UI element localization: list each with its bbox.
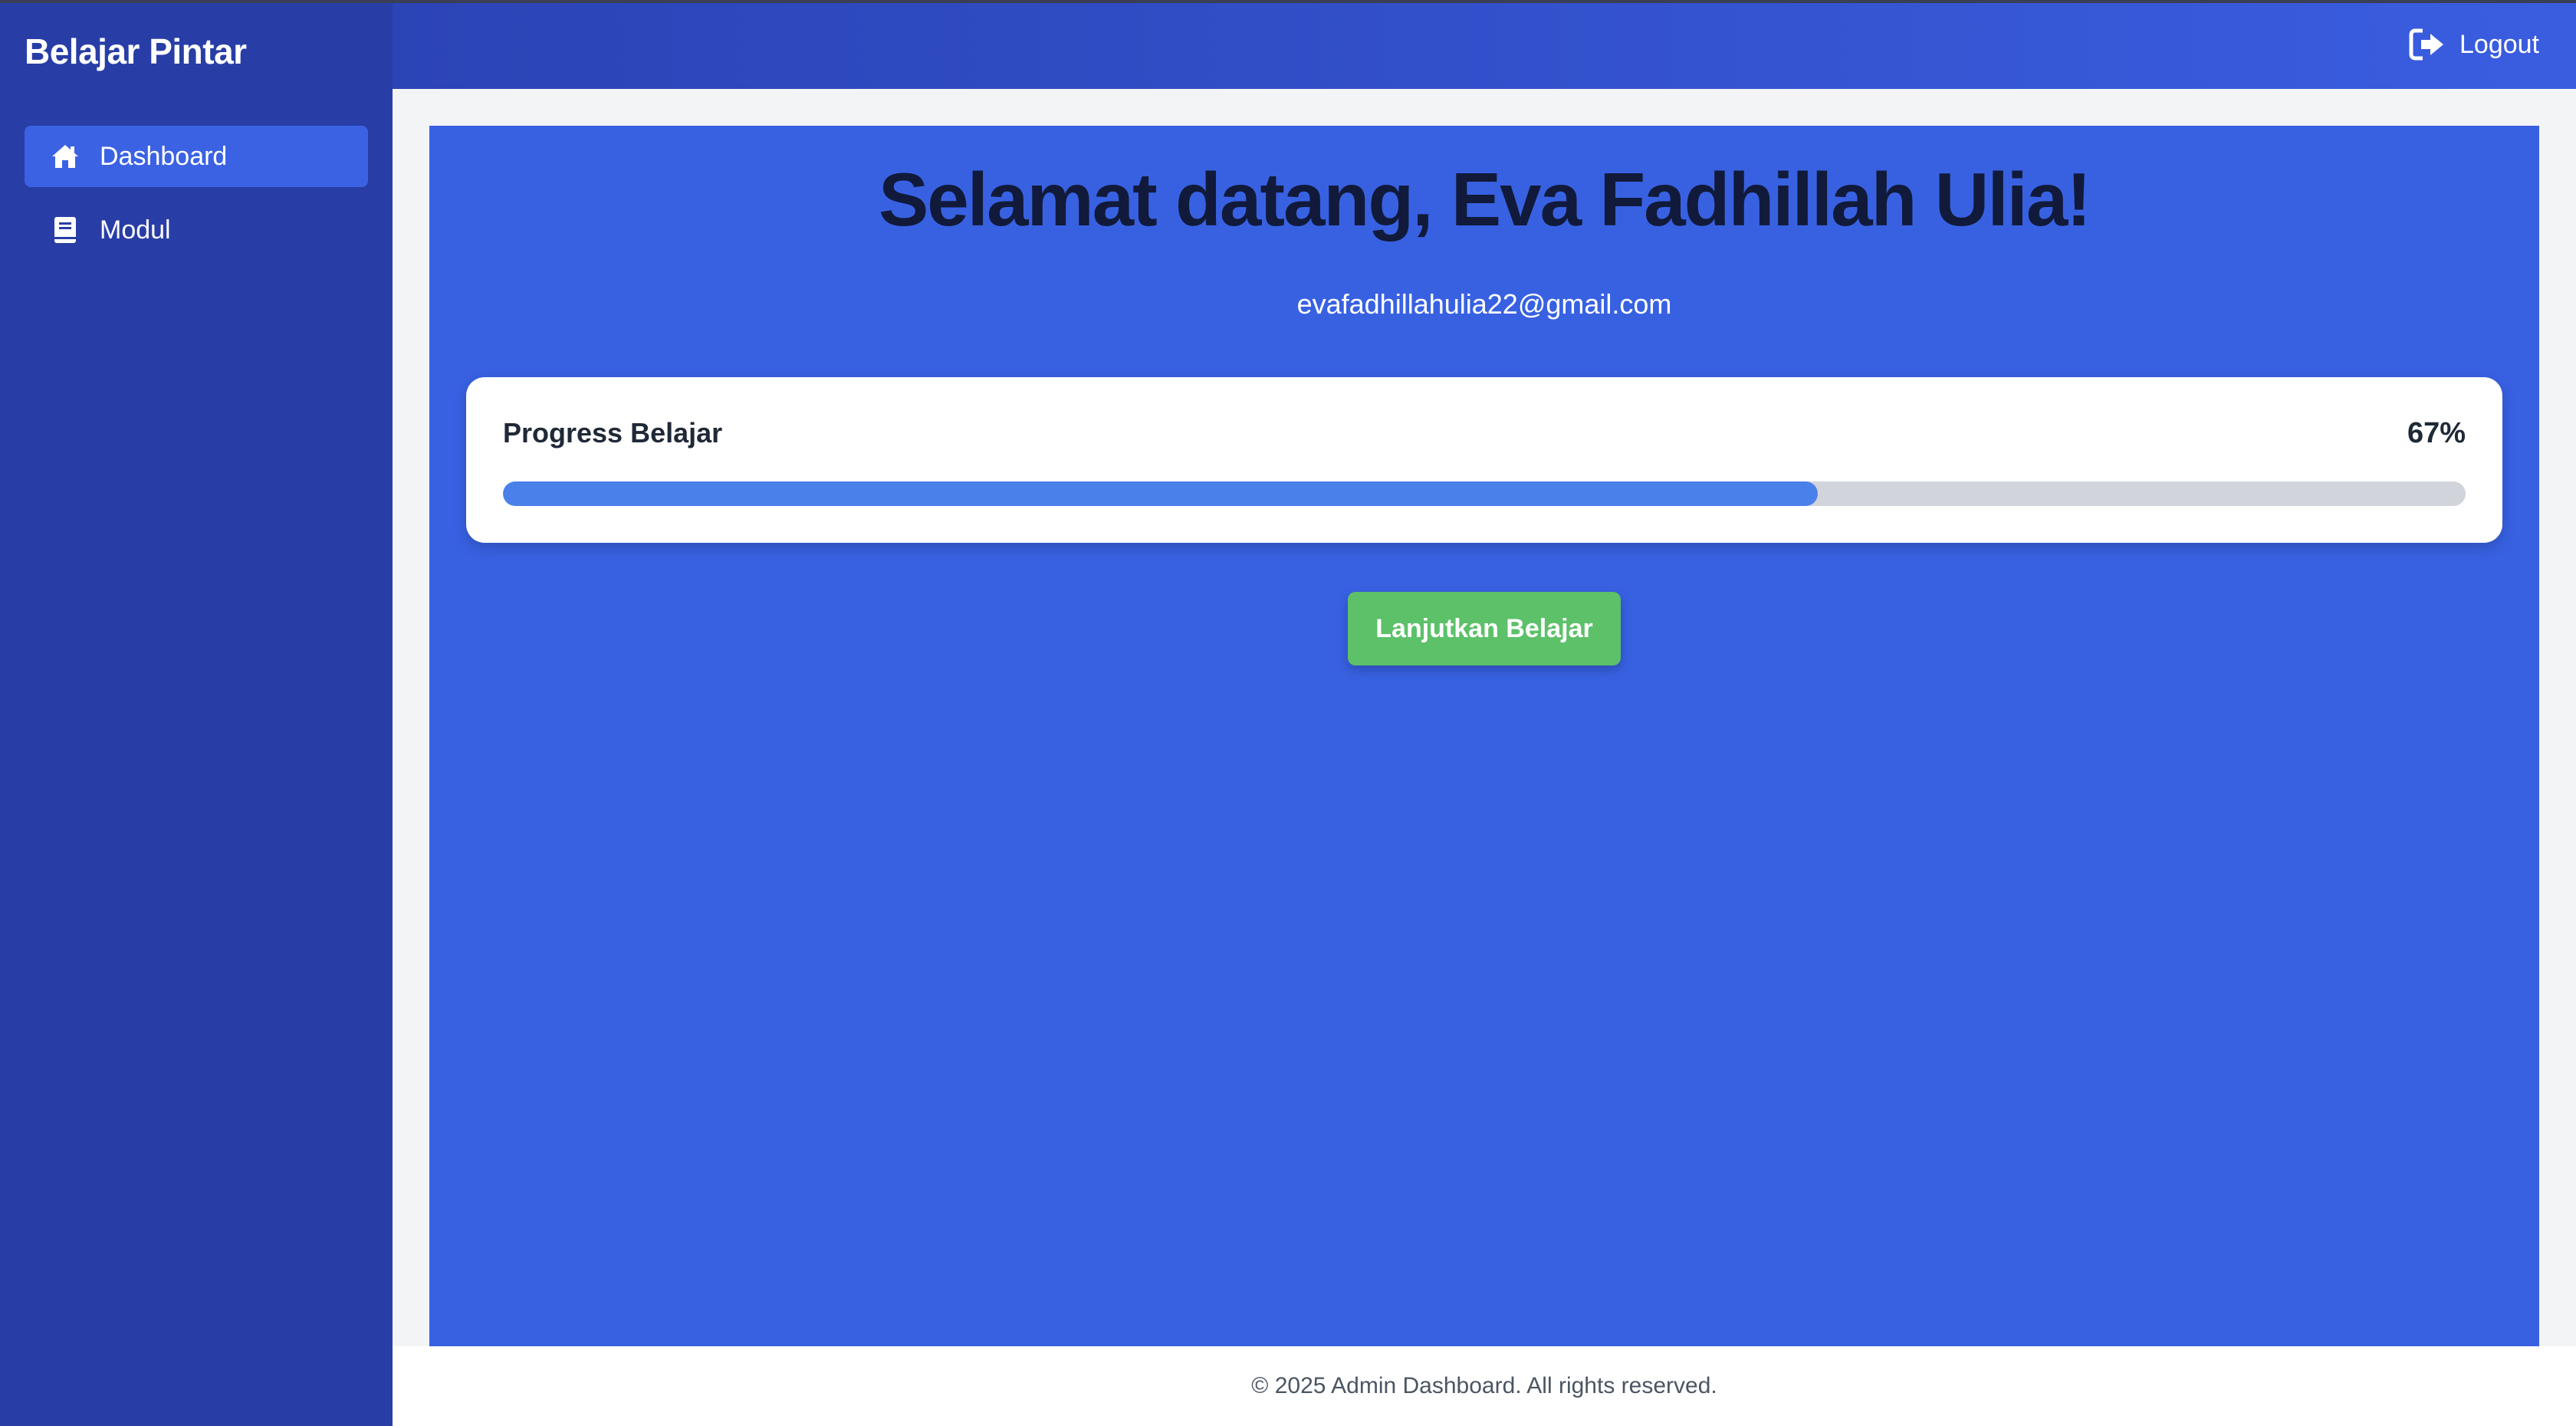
user-email: evafadhillahulia22@gmail.com (1296, 288, 1672, 320)
progress-percent: 67% (2407, 417, 2466, 449)
sidebar: Belajar Pintar Dashboard Modul (0, 0, 393, 1426)
progress-card: Progress Belajar 67% (466, 377, 2502, 543)
sidebar-item-label: Modul (100, 215, 171, 245)
book-icon (49, 214, 81, 246)
footer: © 2025 Admin Dashboard. All rights reser… (393, 1346, 2576, 1426)
logout-button[interactable]: Logout (2409, 28, 2539, 61)
main-panel: Selamat datang, Eva Fadhillah Ulia! evaf… (429, 126, 2539, 1346)
logout-label: Logout (2459, 29, 2539, 59)
progress-label: Progress Belajar (503, 417, 723, 449)
progress-bar (503, 481, 2466, 506)
progress-bar-fill (503, 481, 1819, 506)
footer-text: © 2025 Admin Dashboard. All rights reser… (1251, 1373, 1717, 1398)
page-title: Selamat datang, Eva Fadhillah Ulia! (878, 157, 2091, 242)
sidebar-item-modul[interactable]: Modul (25, 199, 368, 261)
top-bar: Logout (393, 0, 2576, 89)
window-top-edge (0, 0, 2576, 3)
continue-learning-button[interactable]: Lanjutkan Belajar (1348, 592, 1621, 665)
home-icon (49, 140, 81, 172)
brand-title: Belajar Pintar (25, 31, 247, 71)
logout-icon (2409, 28, 2446, 61)
sidebar-item-dashboard[interactable]: Dashboard (25, 126, 368, 187)
sidebar-item-label: Dashboard (100, 141, 228, 171)
